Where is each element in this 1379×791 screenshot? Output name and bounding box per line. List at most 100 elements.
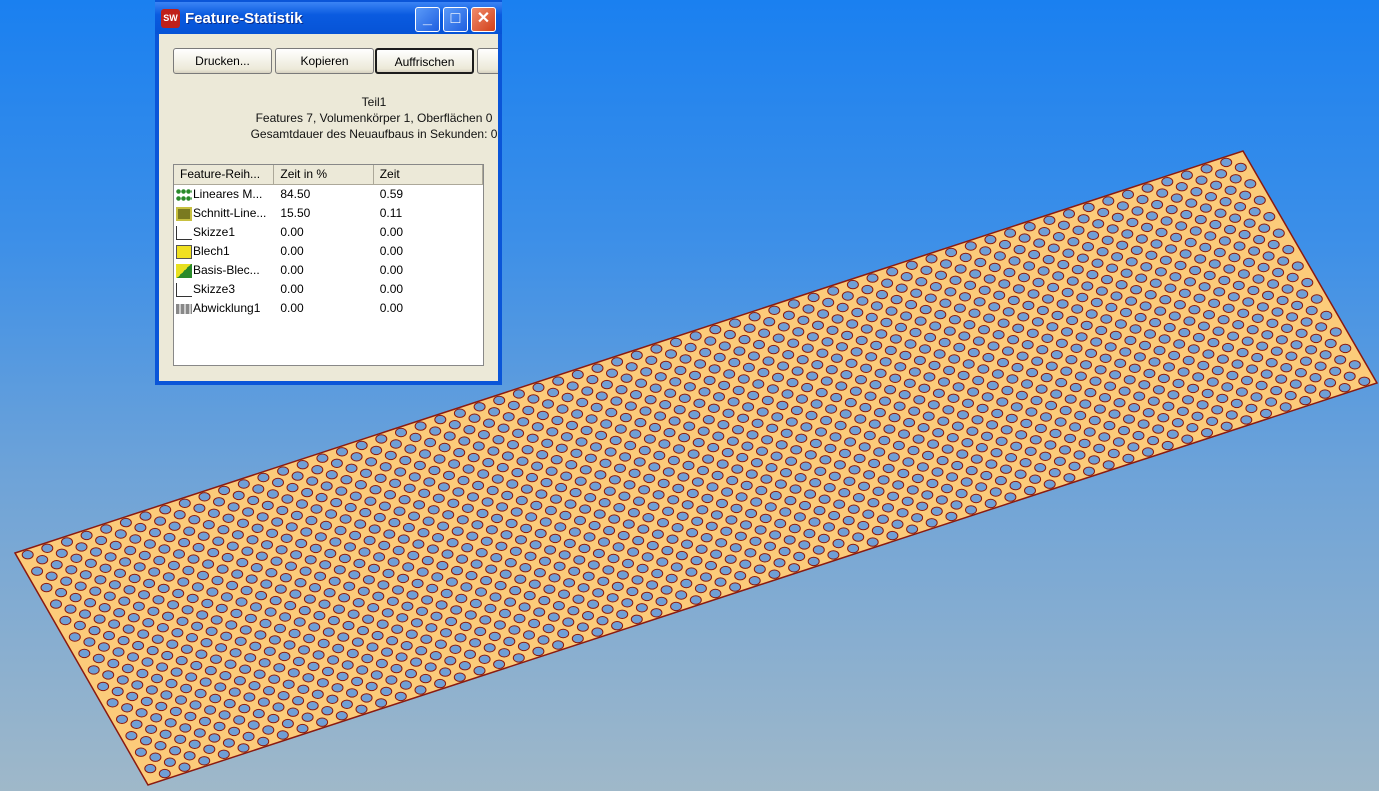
column-header-time[interactable]: Zeit xyxy=(374,165,484,184)
hole xyxy=(841,291,854,301)
hole xyxy=(745,469,758,479)
hole xyxy=(726,436,739,446)
hole xyxy=(378,540,391,551)
hole xyxy=(1118,425,1130,436)
table-row[interactable]: Lineares M... 84.50 0.59 xyxy=(174,185,483,204)
table-row[interactable]: Skizze1 0.00 0.00 xyxy=(174,223,483,242)
hole xyxy=(1250,392,1263,402)
hole xyxy=(944,287,957,297)
hole xyxy=(483,643,496,653)
table-row[interactable]: Blech1 0.00 0.00 xyxy=(174,242,483,261)
hole xyxy=(486,485,499,496)
hole xyxy=(499,569,512,579)
hole xyxy=(670,601,683,612)
hole xyxy=(1062,248,1075,258)
column-header-feature[interactable]: Feature-Reih... xyxy=(174,165,275,184)
hole xyxy=(381,608,394,618)
hole xyxy=(1222,303,1235,313)
hole xyxy=(1180,170,1193,180)
hole xyxy=(566,381,579,391)
hole xyxy=(1075,332,1088,342)
hole xyxy=(327,655,340,665)
hole xyxy=(720,526,733,536)
hole xyxy=(314,571,327,581)
hole xyxy=(574,476,587,486)
hole xyxy=(705,560,717,571)
hole xyxy=(532,382,545,393)
hole xyxy=(696,505,709,515)
hole xyxy=(419,449,431,459)
hole xyxy=(372,591,385,601)
minimize-button[interactable]: _ xyxy=(415,7,440,32)
hole xyxy=(141,657,154,667)
hole xyxy=(452,487,465,497)
hole xyxy=(1002,307,1015,317)
hole xyxy=(870,301,883,311)
refresh-button[interactable]: Auffrischen xyxy=(375,48,474,74)
hole xyxy=(916,462,929,472)
hole xyxy=(558,589,570,599)
hole xyxy=(1010,441,1023,451)
hole xyxy=(130,719,143,729)
hole xyxy=(1011,362,1024,373)
hole xyxy=(178,762,191,772)
hole xyxy=(610,396,623,406)
hole xyxy=(520,484,533,494)
hole xyxy=(1284,390,1297,401)
hole xyxy=(560,471,573,481)
copy-button[interactable]: Kopieren xyxy=(275,48,374,74)
hole xyxy=(816,348,829,358)
hole xyxy=(259,618,272,629)
hole xyxy=(511,467,524,478)
hole xyxy=(234,636,247,646)
hole xyxy=(352,598,365,608)
hole xyxy=(895,322,907,333)
hole xyxy=(796,394,808,404)
hole xyxy=(1256,302,1269,312)
hole xyxy=(979,246,992,256)
dialog-title: Feature-Statistik xyxy=(185,10,303,27)
hole xyxy=(862,509,875,519)
hole xyxy=(925,518,938,528)
hole xyxy=(311,465,324,475)
hole xyxy=(97,642,110,652)
table-row[interactable]: Abwicklung1 0.00 0.00 xyxy=(174,299,483,318)
hole xyxy=(463,425,476,435)
hole xyxy=(811,360,824,370)
column-header-percent[interactable]: Zeit in % xyxy=(274,165,374,184)
hole xyxy=(892,440,905,451)
hole xyxy=(434,639,447,649)
hole xyxy=(1162,401,1175,411)
hole xyxy=(1161,440,1174,451)
hole xyxy=(868,419,881,429)
hole xyxy=(929,282,942,292)
hole xyxy=(624,440,637,451)
more-button[interactable]: S xyxy=(477,48,498,74)
hole xyxy=(815,427,827,437)
hole xyxy=(967,387,980,397)
hole xyxy=(100,524,113,534)
table-row[interactable]: Basis-Blec... 0.00 0.00 xyxy=(174,261,483,280)
maximize-button[interactable]: □ xyxy=(443,7,468,32)
hole xyxy=(1253,195,1266,206)
hole xyxy=(649,422,661,433)
hole xyxy=(595,391,608,401)
title-bar[interactable]: SW Feature-Statistik _ □ ✕ xyxy=(155,2,502,34)
hole xyxy=(1193,293,1206,303)
table-row[interactable]: Schnitt-Line... 15.50 0.11 xyxy=(174,204,483,223)
feature-list[interactable]: Feature-Reih... Zeit in % Zeit Lineares … xyxy=(173,164,484,366)
close-button[interactable]: ✕ xyxy=(471,7,496,32)
hole xyxy=(285,561,297,571)
hole xyxy=(1179,249,1192,259)
table-row[interactable]: Skizze3 0.00 0.00 xyxy=(174,280,483,299)
hole xyxy=(1195,175,1208,185)
hole xyxy=(694,359,707,369)
hole xyxy=(378,501,391,511)
hole xyxy=(613,503,626,513)
hole xyxy=(969,269,982,279)
hole xyxy=(519,563,532,573)
hole xyxy=(830,392,843,403)
feature-name: Skizze1 xyxy=(193,225,236,239)
hole xyxy=(1064,433,1077,444)
print-button[interactable]: Drucken... xyxy=(173,48,272,74)
